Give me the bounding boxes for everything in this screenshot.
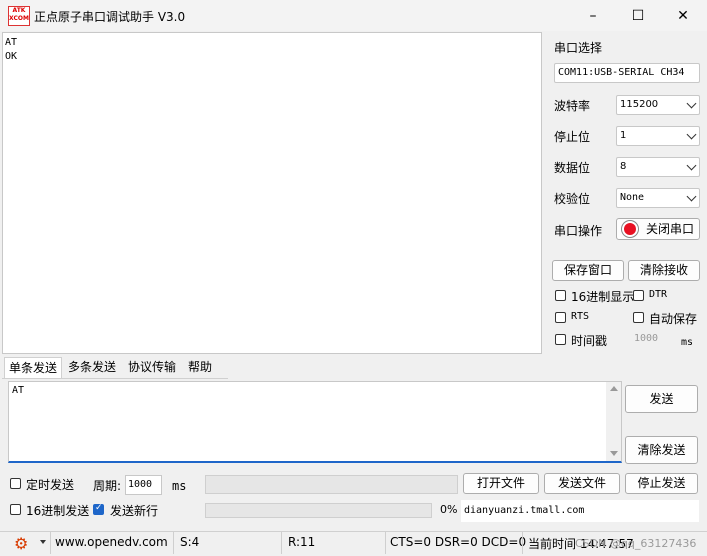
stop-bits-label: 停止位 — [554, 130, 591, 144]
timed-send-checkbox[interactable] — [10, 478, 21, 489]
status-separator — [173, 532, 174, 554]
baud-select[interactable]: 115200 — [616, 95, 700, 115]
tab-multi-send[interactable]: 多条发送 — [64, 357, 120, 377]
progress-percent: 0% — [440, 503, 458, 516]
send-textarea[interactable]: AT — [8, 381, 622, 463]
rts-checkbox[interactable] — [555, 312, 566, 323]
logo-text-bottom: XCOM — [9, 15, 29, 22]
port-select-label: 串口选择 — [554, 41, 603, 55]
rts-label: RTS — [571, 311, 590, 322]
send-newline-label: 发送新行 — [110, 504, 159, 518]
close-port-button[interactable]: 关闭串口 — [616, 218, 700, 240]
app-logo: ATK XCOM — [8, 6, 30, 26]
auto-save-checkbox[interactable] — [633, 312, 644, 323]
clear-send-button[interactable]: 清除发送 — [625, 436, 698, 464]
maximize-button[interactable]: ☐ — [615, 0, 661, 31]
shop-link-box[interactable]: dianyuanzi.tmall.com — [461, 500, 699, 522]
send-file-button[interactable]: 发送文件 — [544, 473, 620, 494]
logo-text-top: ATK — [12, 7, 26, 14]
send-newline-checkbox[interactable] — [93, 503, 104, 515]
receive-textarea[interactable]: AT OK — [2, 32, 542, 354]
timestamp-checkbox[interactable] — [555, 334, 566, 345]
scroll-up-icon — [610, 386, 618, 391]
open-file-button[interactable]: 打开文件 — [463, 473, 539, 494]
status-separator — [385, 532, 386, 554]
data-bits-select[interactable]: 8 — [616, 157, 700, 177]
window-title: 正点原子串口调试助手 V3.0 — [34, 10, 186, 24]
website-link[interactable]: www.openedv.com — [55, 535, 168, 549]
gear-icon[interactable]: ⚙ — [14, 534, 28, 553]
timestamp-label: 时间戳 — [571, 334, 608, 348]
send-scrollbar[interactable] — [606, 382, 621, 461]
parity-label: 校验位 — [554, 192, 591, 206]
send-progress-bar — [205, 503, 432, 518]
chevron-down-icon[interactable] — [40, 540, 46, 544]
sent-count: S:4 — [180, 535, 200, 549]
status-separator — [522, 532, 523, 554]
hex-display-checkbox[interactable] — [555, 290, 566, 301]
port-operation-label: 串口操作 — [554, 224, 603, 238]
dtr-checkbox[interactable] — [633, 290, 644, 301]
minimize-icon: – — [589, 7, 597, 24]
signal-status: CTS=0 DSR=0 DCD=0 — [390, 535, 527, 549]
record-icon — [624, 223, 636, 235]
hex-send-label: 16进制发送 — [26, 504, 90, 518]
send-button[interactable]: 发送 — [625, 385, 698, 413]
baud-label: 波特率 — [554, 99, 591, 113]
shop-link[interactable]: dianyuanzi.tmall.com — [464, 505, 584, 516]
timed-send-label: 定时发送 — [26, 478, 75, 492]
auto-save-label: 自动保存 — [649, 312, 698, 326]
stop-bits-select[interactable]: 1 — [616, 126, 700, 146]
close-button[interactable]: ✕ — [660, 0, 706, 31]
clear-receive-button[interactable]: 清除接收 — [628, 260, 700, 281]
timestamp-unit: ms — [681, 337, 694, 348]
save-window-button[interactable]: 保存窗口 — [552, 260, 624, 281]
minimize-button[interactable]: – — [570, 0, 616, 31]
hex-display-label: 16进制显示 — [571, 290, 635, 304]
parity-value: None — [620, 192, 645, 203]
tab-protocol[interactable]: 协议传输 — [124, 357, 180, 377]
dtr-label: DTR — [649, 289, 668, 300]
parity-select[interactable]: None — [616, 188, 700, 208]
maximize-icon: ☐ — [631, 7, 645, 24]
status-separator — [50, 532, 51, 554]
received-count[interactable]: R:11 — [288, 535, 315, 549]
chevron-down-icon — [686, 160, 697, 171]
status-separator — [281, 532, 282, 554]
scroll-down-icon — [610, 451, 618, 456]
chevron-down-icon — [686, 129, 697, 140]
stop-send-button[interactable]: 停止发送 — [625, 473, 698, 494]
stop-bits-value: 1 — [620, 130, 627, 141]
close-icon: ✕ — [677, 7, 689, 24]
period-label: 周期: — [93, 479, 122, 493]
timestamp-input[interactable]: 1000 — [634, 333, 658, 344]
period-unit: ms — [172, 479, 187, 493]
close-port-label: 关闭串口 — [646, 222, 695, 236]
watermark: CSDN @qq_63127436 — [575, 537, 697, 550]
port-select[interactable]: COM11:USB-SERIAL CH34 — [554, 63, 700, 83]
chevron-down-icon — [686, 98, 697, 109]
tab-help[interactable]: 帮助 — [184, 357, 216, 377]
period-input[interactable]: 1000 — [125, 475, 162, 495]
port-select-value: COM11:USB-SERIAL CH34 — [558, 67, 685, 78]
file-path-field[interactable] — [205, 475, 458, 494]
tab-single-send[interactable]: 单条发送 — [4, 357, 63, 378]
data-bits-value: 8 — [620, 161, 627, 172]
hex-send-checkbox[interactable] — [10, 504, 21, 515]
chevron-down-icon — [686, 191, 697, 202]
data-bits-label: 数据位 — [554, 161, 591, 175]
baud-value: 115200 — [620, 99, 659, 110]
